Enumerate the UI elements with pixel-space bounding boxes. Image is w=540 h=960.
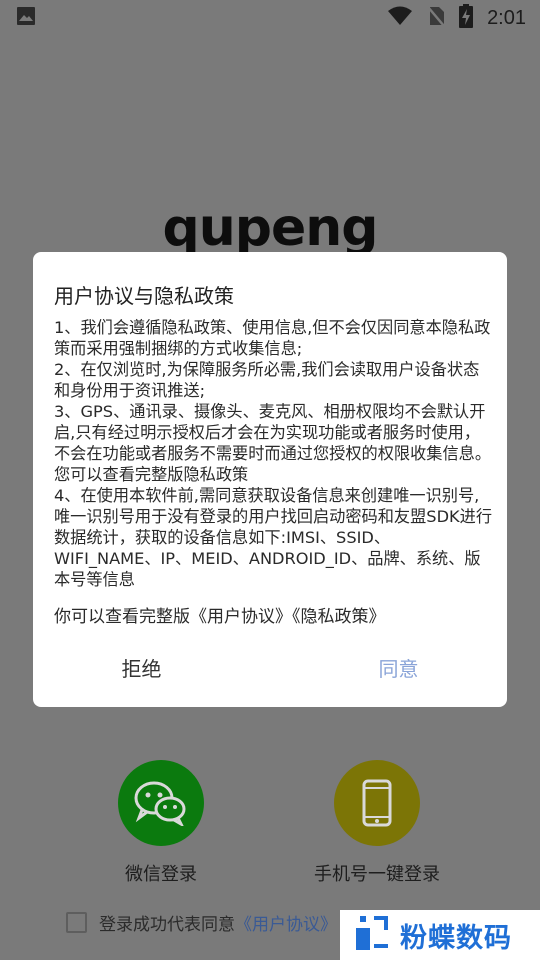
watermark-text: 粉蝶数码 <box>400 922 512 954</box>
dialog-body: 1、我们会遵循隐私政策、使用信息,但不会仅因同意本隐私政策而采用强制捆绑的方式收… <box>54 317 494 590</box>
privacy-dialog: 用户协议与隐私政策 1、我们会遵循隐私政策、使用信息,但不会仅因同意本隐私政策而… <box>33 252 507 707</box>
no-sim-icon <box>427 5 446 31</box>
phone-login-button[interactable]: 手机号一键登录 <box>277 760 477 886</box>
dialog-paragraph: 2、在仅浏览时,为保障服务所必需,我们会读取用户设备状态和身份用于资讯推送; <box>54 360 480 400</box>
agree-button[interactable]: 同意 <box>270 642 507 692</box>
agreement-row: 登录成功代表同意 《用户协议》 <box>66 909 337 935</box>
wechat-login-button[interactable]: 微信登录 <box>61 760 261 886</box>
status-bar: 2:01 <box>0 0 540 36</box>
watermark-logo-icon <box>354 914 392 956</box>
dialog-title: 用户协议与隐私政策 <box>54 284 234 308</box>
dialog-footer-links[interactable]: 你可以查看完整版《用户协议》《隐私政策》 <box>54 602 386 627</box>
reject-button[interactable]: 拒绝 <box>33 642 270 692</box>
watermark: 粉蝶数码 <box>340 910 540 960</box>
battery-charging-icon <box>459 4 474 32</box>
status-time: 2:01 <box>487 6 526 29</box>
agreement-text: 登录成功代表同意 <box>99 914 235 935</box>
app-logo: qupeng <box>162 198 379 258</box>
dialog-actions: 拒绝 同意 <box>33 642 507 692</box>
image-icon <box>16 6 36 30</box>
agreement-checkbox[interactable] <box>66 911 87 933</box>
wifi-icon <box>387 6 413 30</box>
dialog-paragraph: 1、我们会遵循隐私政策、使用信息,但不会仅因同意本隐私政策而采用强制捆绑的方式收… <box>54 318 491 358</box>
wechat-icon[interactable] <box>118 760 204 846</box>
user-agreement-link[interactable]: 《用户协议》 <box>235 910 337 935</box>
wechat-login-label: 微信登录 <box>125 864 197 885</box>
phone-login-label: 手机号一键登录 <box>314 864 440 885</box>
dialog-paragraph: 3、GPS、通讯录、摄像头、麦克风、相册权限均不会默认开启,只有经过明示授权后才… <box>54 402 492 484</box>
dialog-paragraph: 4、在使用本软件前,需同意获取设备信息来创建唯一识别号,唯一识别号用于没有登录的… <box>54 486 493 589</box>
phone-icon[interactable] <box>334 760 420 846</box>
